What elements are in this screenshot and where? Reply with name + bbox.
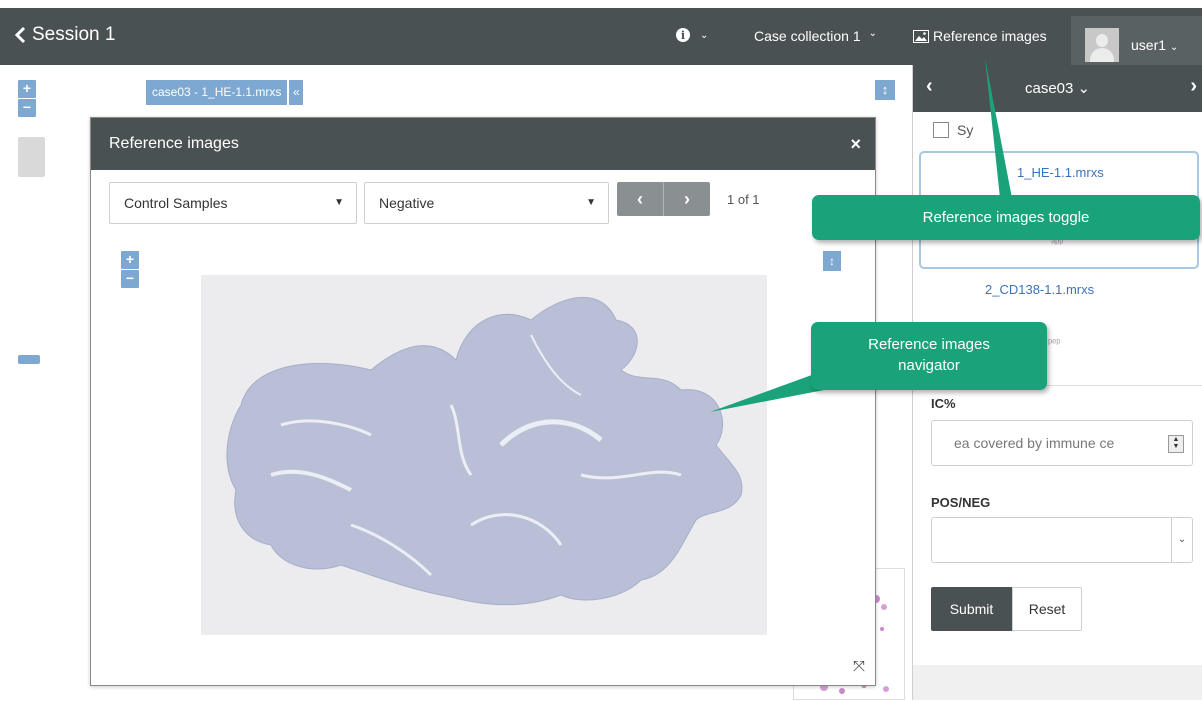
- callout-line: navigator: [898, 357, 960, 374]
- modal-header: Reference images ×: [91, 118, 875, 170]
- reference-images-label: Reference images: [933, 28, 1047, 44]
- next-image-button[interactable]: ›: [663, 182, 710, 216]
- user-name: user1 ⌄: [1131, 36, 1179, 53]
- reset-button[interactable]: Reset: [1012, 587, 1082, 631]
- image-pager: 1 of 1: [727, 192, 760, 207]
- expand-icon[interactable]: ⤧: [853, 658, 865, 675]
- case-collection-label: Case collection 1: [754, 28, 861, 44]
- info-icon: i: [676, 28, 690, 42]
- image-icon: [913, 29, 929, 43]
- chevron-left-icon: [14, 26, 26, 44]
- submit-button[interactable]: Submit: [931, 587, 1012, 631]
- modal-zoom-out-button[interactable]: −: [121, 270, 139, 288]
- ic-percent-placeholder: ea covered by immune ce: [954, 435, 1115, 451]
- callout-line: Reference images: [868, 336, 990, 353]
- modal-zoom-controls: + −: [121, 251, 139, 288]
- close-icon[interactable]: ×: [850, 118, 861, 170]
- case-panel-header: ‹ case03 ⌄ ›: [913, 65, 1202, 112]
- modal-zoom-in-button[interactable]: +: [121, 251, 139, 269]
- sync-checkbox[interactable]: Sy: [933, 122, 973, 138]
- slide-thumbnail-name[interactable]: 2_CD138-1.1.mrxs: [985, 282, 1094, 297]
- chevron-down-icon: ⌄: [1077, 80, 1091, 97]
- case-title-dropdown[interactable]: case03 ⌄: [1025, 79, 1090, 97]
- chevron-down-icon: ⌄: [1169, 41, 1179, 53]
- ic-percent-input[interactable]: ea covered by immune ce ▲ ▼: [931, 420, 1193, 466]
- viewer-zoom-controls: + −: [18, 80, 36, 117]
- chevron-down-icon: ⌄: [868, 28, 878, 39]
- reference-images-modal: Reference images × Control Samples ▼ Neg…: [90, 117, 876, 686]
- caret-down-icon: ▼: [334, 197, 344, 208]
- tissue-specimen-image: [226, 296, 743, 606]
- reference-images-toggle-callout: Reference images toggle: [812, 195, 1200, 240]
- vertical-toggle-button[interactable]: ↕: [875, 80, 895, 100]
- zoom-slider-handle[interactable]: [18, 137, 45, 177]
- slide-tag: case03 - 1_HE-1.1.mrxs «: [146, 80, 304, 105]
- slide-thumbnail-preview: ᵖᵉᵖ: [1048, 337, 1061, 349]
- ic-percent-label: IC%: [931, 396, 956, 411]
- case-collection-dropdown[interactable]: Case collection 1 ⌄: [754, 28, 877, 44]
- reference-image-navigator[interactable]: [201, 275, 767, 635]
- chevron-down-icon: ⌄: [700, 29, 709, 41]
- next-case-button[interactable]: ›: [1190, 75, 1197, 98]
- collapse-tag-button[interactable]: «: [289, 80, 304, 105]
- zoom-out-button[interactable]: −: [18, 99, 36, 117]
- type-select-value: Negative: [379, 195, 435, 211]
- slide-tag-label: case03 - 1_HE-1.1.mrxs: [146, 80, 288, 105]
- image-nav-buttons: ‹ ›: [617, 182, 710, 216]
- previous-image-button[interactable]: ‹: [617, 182, 663, 216]
- modal-vertical-toggle-button[interactable]: ↕: [823, 251, 841, 271]
- navigator-toggle[interactable]: [18, 355, 40, 364]
- modal-title: Reference images: [109, 135, 239, 152]
- sync-label: Sy: [957, 122, 974, 138]
- zoom-in-button[interactable]: +: [18, 80, 36, 98]
- pos-neg-label: POS/NEG: [931, 495, 991, 510]
- pos-neg-select[interactable]: ⌄: [931, 517, 1193, 563]
- slide-thumbnail-name: 1_HE-1.1.mrxs: [1017, 165, 1104, 180]
- top-navigation-bar: Session 1 i ⌄ Case collection 1 ⌄ Refere…: [0, 8, 1202, 73]
- user-avatar-icon: [1085, 27, 1119, 62]
- category-select[interactable]: Control Samples ▼: [109, 182, 357, 224]
- back-to-session-button[interactable]: Session 1: [14, 24, 115, 46]
- previous-case-button[interactable]: ‹: [926, 75, 933, 98]
- checkbox-icon: [933, 122, 949, 138]
- reference-images-toggle[interactable]: Reference images: [913, 28, 1047, 44]
- number-spinner-icon[interactable]: ▲ ▼: [1168, 435, 1184, 453]
- info-dropdown[interactable]: i ⌄: [676, 28, 708, 42]
- panel-footer: [913, 665, 1202, 700]
- chevron-down-icon: ⌄: [1171, 518, 1192, 562]
- type-select[interactable]: Negative ▼: [364, 182, 609, 224]
- reference-images-navigator-callout: Reference images navigator: [811, 322, 1047, 390]
- caret-down-icon: ▼: [586, 197, 596, 208]
- category-select-value: Control Samples: [124, 195, 228, 211]
- session-title: Session 1: [32, 24, 116, 45]
